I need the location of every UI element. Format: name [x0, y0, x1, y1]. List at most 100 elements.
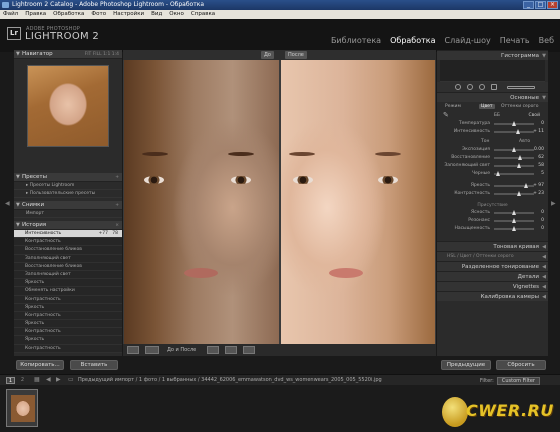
copy-before-to-after-button[interactable] — [207, 346, 219, 354]
camera-calibration-header[interactable]: Калибровка камеры ◀ — [437, 291, 548, 301]
module-slideshow[interactable]: Слайд-шоу — [445, 36, 491, 45]
history-row[interactable]: Яркость — [14, 320, 122, 329]
close-button[interactable]: × — [547, 1, 558, 9]
history-row[interactable]: Контрастность — [14, 312, 122, 321]
left-panel-toggle[interactable]: ◀ — [4, 60, 12, 350]
paste-button[interactable]: Вставить — [70, 360, 118, 370]
tint-value[interactable]: + 11 — [533, 128, 544, 136]
menu-window[interactable]: Окно — [169, 10, 184, 19]
history-row[interactable]: Яркость — [14, 279, 122, 288]
add-snapshot-icon[interactable]: + — [115, 201, 119, 210]
copy-button[interactable]: Копировать... — [16, 360, 64, 370]
back-arrow-icon[interactable]: ◀ — [46, 376, 51, 383]
add-preset-icon[interactable]: + — [115, 173, 119, 182]
filter-select[interactable]: Custom Filter — [496, 377, 540, 385]
wb-select[interactable]: Свой — [529, 112, 540, 120]
grid-icon[interactable]: ▦ — [34, 376, 40, 383]
exposure-value[interactable]: 0.00 — [534, 146, 544, 154]
reset-button[interactable]: Сбросить — [496, 360, 546, 370]
adjustment-brush-icon[interactable] — [507, 86, 535, 89]
menu-help[interactable]: Справка — [191, 10, 215, 19]
basic-header[interactable]: Основные ▼ — [437, 92, 548, 102]
saturation-value[interactable]: 0 — [541, 225, 544, 233]
preset-folder-lightroom[interactable]: ▸ Пресеты Lightroom — [14, 182, 122, 190]
previous-button[interactable]: Предыдущие — [441, 360, 491, 370]
history-row[interactable]: Интенсивность +77 78 — [14, 230, 122, 239]
hsl-header[interactable]: HSL / Цвет / Оттенки серого ◀ — [437, 251, 548, 261]
snapshots-header[interactable]: ▼ Снимки + — [14, 201, 122, 210]
fill-light-slider[interactable] — [494, 163, 534, 168]
recovery-slider[interactable] — [494, 155, 534, 160]
spot-removal-icon[interactable] — [467, 84, 473, 90]
tint-slider[interactable] — [494, 129, 534, 134]
menu-settings[interactable]: Настройки — [113, 10, 144, 19]
contrast-value[interactable]: + 23 — [533, 190, 544, 198]
slider-knob[interactable] — [517, 191, 521, 196]
before-photo[interactable] — [124, 60, 279, 344]
snapshot-item[interactable]: Импорт — [14, 210, 122, 218]
vibrance-value[interactable]: 0 — [541, 217, 544, 225]
graduated-filter-icon[interactable] — [491, 84, 497, 90]
slider-knob[interactable] — [512, 121, 516, 126]
crop-tool-icon[interactable] — [455, 84, 461, 90]
slider-knob[interactable] — [518, 155, 522, 160]
brightness-slider[interactable] — [494, 183, 534, 188]
after-photo[interactable] — [281, 60, 435, 344]
history-row[interactable]: Заполняющий свет — [14, 271, 122, 280]
minimize-button[interactable]: _ — [523, 1, 534, 9]
history-row[interactable]: Яркость — [14, 336, 122, 345]
history-row[interactable]: Заполняющий свет — [14, 255, 122, 263]
exposure-slider[interactable] — [494, 147, 534, 152]
maximize-button[interactable]: □ — [535, 1, 546, 9]
clarity-slider[interactable] — [494, 210, 534, 215]
blacks-slider[interactable] — [494, 171, 534, 176]
slider-knob[interactable] — [517, 163, 521, 168]
detail-header[interactable]: Детали ◀ — [437, 271, 548, 281]
loupe-view-button[interactable] — [127, 346, 139, 354]
slider-knob[interactable] — [496, 171, 500, 176]
menu-file[interactable]: Файл — [3, 10, 18, 19]
contrast-slider[interactable] — [494, 191, 534, 196]
compare-mode-button[interactable] — [145, 346, 159, 354]
blacks-value[interactable]: 5 — [541, 170, 544, 178]
temperature-value[interactable]: 0 — [541, 120, 544, 128]
right-panel-toggle[interactable]: ▶ — [550, 60, 558, 350]
histogram-header[interactable]: Гистограмма ▼ — [437, 50, 548, 60]
module-web[interactable]: Веб — [539, 36, 554, 45]
zoom-options[interactable]: FIT FILL 1:1 1:4 — [85, 50, 119, 59]
history-row[interactable]: Контрастность — [14, 296, 122, 304]
module-print[interactable]: Печать — [500, 36, 530, 45]
slider-knob[interactable] — [524, 183, 528, 188]
vibrance-slider[interactable] — [494, 218, 534, 223]
slider-knob[interactable] — [512, 218, 516, 223]
history-row[interactable]: Яркость — [14, 304, 122, 312]
history-row[interactable]: Восстановление бликов — [14, 263, 122, 271]
presets-header[interactable]: ▼ Пресеты + — [14, 173, 122, 182]
fill-light-value[interactable]: 58 — [538, 162, 544, 170]
history-row[interactable]: Восстановление бликов — [14, 246, 122, 255]
slider-knob[interactable] — [512, 147, 516, 152]
navigator-header[interactable]: ▼ Навигатор FIT FILL 1:1 1:4 — [14, 50, 122, 59]
monitor-2-button[interactable]: 2 — [18, 377, 27, 384]
history-row[interactable]: Обменять настройки — [14, 287, 122, 296]
source-path[interactable]: Предыдущий импорт / 1 фото / 1 выбранных… — [78, 377, 382, 383]
history-row[interactable]: Контрастность — [14, 328, 122, 337]
menu-view[interactable]: Вид — [151, 10, 162, 19]
source-icon[interactable]: ▭ — [68, 376, 74, 383]
saturation-slider[interactable] — [494, 226, 534, 231]
treatment-color[interactable]: Цвет — [479, 104, 495, 109]
module-develop[interactable]: Обработка — [390, 36, 435, 45]
monitor-1-button[interactable]: 1 — [6, 377, 15, 384]
forward-arrow-icon[interactable]: ▶ — [56, 376, 61, 383]
eyedropper-icon[interactable]: ✎ — [443, 111, 449, 119]
auto-tone-button[interactable]: Авто — [519, 138, 530, 146]
tone-curve-header[interactable]: Тоновая кривая ◀ — [437, 241, 548, 251]
red-eye-icon[interactable] — [479, 84, 485, 90]
slider-knob[interactable] — [512, 226, 516, 231]
menu-develop[interactable]: Обработка — [53, 10, 84, 19]
temperature-slider[interactable] — [494, 121, 534, 126]
filmstrip-thumbnail[interactable] — [6, 389, 38, 427]
brightness-value[interactable]: + 97 — [533, 182, 544, 190]
swap-button[interactable] — [243, 346, 255, 354]
slider-knob[interactable] — [516, 129, 520, 134]
